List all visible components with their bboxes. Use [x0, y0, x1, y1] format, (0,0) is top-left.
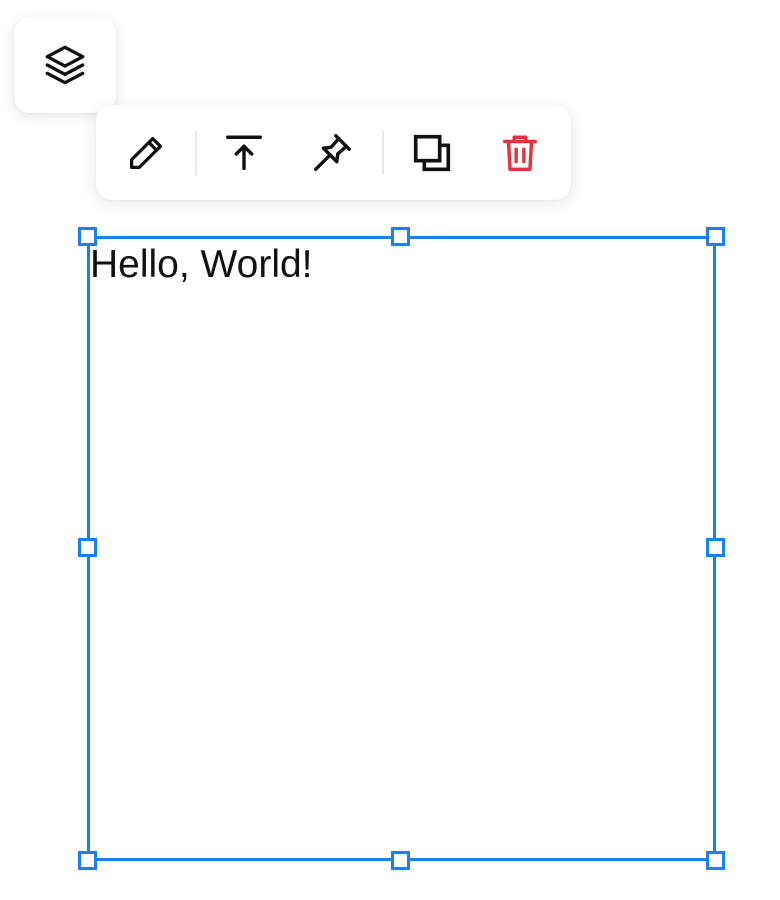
- resize-handle-bottom[interactable]: [391, 851, 410, 870]
- element-toolbar: [96, 105, 571, 200]
- canvas[interactable]: Hello, World!: [0, 0, 780, 900]
- selection-frame[interactable]: [87, 236, 716, 861]
- resize-handle-top-left[interactable]: [78, 227, 97, 246]
- resize-handle-right[interactable]: [706, 538, 725, 557]
- pin-icon: [313, 134, 351, 172]
- toolbar-divider: [382, 131, 384, 175]
- delete-button[interactable]: [494, 127, 546, 179]
- toolbar-divider: [195, 131, 197, 175]
- text-element[interactable]: Hello, World!: [90, 243, 313, 287]
- duplicate-button[interactable]: [406, 127, 458, 179]
- layers-icon: [45, 45, 85, 85]
- layers-button[interactable]: [14, 17, 116, 113]
- edit-button[interactable]: [120, 127, 172, 179]
- resize-handle-bottom-left[interactable]: [78, 851, 97, 870]
- pin-button[interactable]: [306, 127, 358, 179]
- trash-icon: [502, 135, 538, 172]
- bring-to-front-button[interactable]: [218, 127, 270, 179]
- resize-handle-top[interactable]: [391, 227, 410, 246]
- duplicate-icon: [413, 134, 451, 172]
- resize-handle-top-right[interactable]: [706, 227, 725, 246]
- resize-handle-left[interactable]: [78, 538, 97, 557]
- resize-handle-bottom-right[interactable]: [706, 851, 725, 870]
- pencil-icon: [129, 136, 163, 170]
- bring-to-front-icon: [225, 135, 263, 171]
